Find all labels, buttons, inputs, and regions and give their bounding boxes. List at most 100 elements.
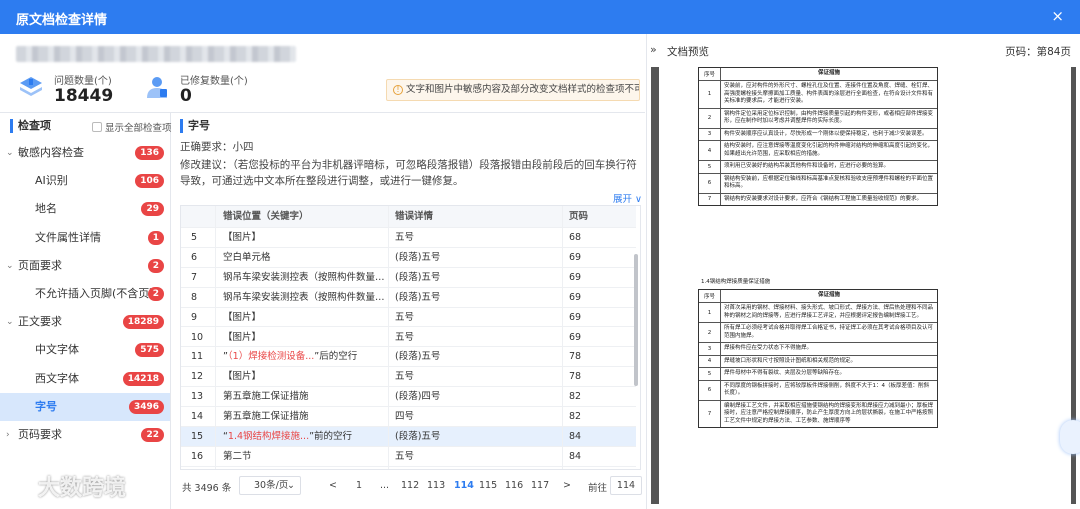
count-badge: 3496 — [128, 399, 164, 414]
table-row[interactable]: 7 钢吊车梁安装测控表（按照构件数量抽查... (段落)五号 69 — [181, 268, 636, 288]
measures-table-1: 序号 保证措施 1 安装前，应对构件的外形尺寸、螺栓孔位及位置、连接件位置及角度、焊缝… — [698, 67, 938, 206]
table-row[interactable]: 15 “1.4钢结构焊接施...”前的空行 (段落)五号 84 — [181, 427, 636, 447]
chevron-down-icon[interactable]: ⌄ — [6, 139, 14, 167]
table-row[interactable]: 14 第五章施工保证措施 四号 82 — [181, 407, 636, 427]
detail-title: 字号 — [180, 119, 210, 133]
table-row[interactable]: 13 第五章施工保证措施 (段落)四号 82 — [181, 387, 636, 408]
sidebar-item-label: 页码要求 — [18, 428, 62, 441]
chevron-right-icon[interactable]: › — [6, 421, 10, 449]
show-all-checkbox[interactable]: 显示全部检查项 — [92, 120, 172, 134]
table-row[interactable]: 10 【图片】 五号 69 — [181, 328, 636, 348]
sidebar-item[interactable]: 西文字体 14218 — [0, 365, 170, 393]
location-keyword: 1.4钢结构焊接施... — [227, 431, 310, 442]
count-badge: 29 — [141, 202, 164, 217]
collapse-icon[interactable]: » — [650, 43, 657, 56]
sidebar-item[interactable]: ⌄ 正文要求 18289 — [0, 308, 170, 336]
document-preview-panel: » 文档预览 页码：第84页 序号 保证措施 1 安装前，应对构件的外形尺寸、螺栓孔位… — [646, 34, 1080, 509]
doc-cell-text: 不同厚度的钢板拼接时，应将较厚板件焊接侧削，斜度不大于1：4（板厚差值：削斜长度… — [724, 382, 930, 397]
error-detail: (段落)五号 — [395, 351, 441, 363]
doc-cell-text: 须利用已安装好的结构吊装其他构件和设备时，应进行必要的验算。 — [724, 163, 890, 169]
page-button[interactable]: 112 — [401, 480, 419, 491]
sidebar-item[interactable]: AI识别 106 — [0, 167, 170, 195]
doc-table-row: 3 焊接构件应在受力状态下不得施焊。 — [699, 342, 937, 355]
sidebar-item[interactable]: 不允许插入页脚(不含页码) 2 — [0, 280, 170, 308]
sidebar-item-label: 西文字体 — [35, 371, 79, 385]
doc-table-row: 2 所有焊工必须经考试合格并取得焊工合格证书，持证焊工必须在其考试合格项目及认可范… — [699, 322, 937, 342]
table-row[interactable]: 11 ”（1）焊接检测设备...”后的空行 (段落)五号 78 — [181, 347, 636, 368]
document-page: 序号 保证措施 1 安装前，应对构件的外形尺寸、螺栓孔位及位置、连接件位置及角度、焊缝… — [659, 67, 1071, 504]
logo-icon — [8, 476, 34, 498]
preview-canvas[interactable]: 序号 保证措施 1 安装前，应对构件的外形尺寸、螺栓孔位及位置、连接件位置及角度、焊缝… — [651, 67, 1076, 504]
sidebar-item[interactable]: 文件属性详情 1 — [0, 224, 170, 252]
preview-header: » 文档预览 页码：第84页 — [647, 34, 1080, 66]
sidebar-item-label: 中文字体 — [35, 343, 79, 357]
table-row[interactable]: 16 第二节 五号 84 — [181, 447, 636, 467]
doc-cell-text: 构件安装顺序应认真设计，尽快形成一个刚体以便保持稳定，也利于减少安装误差。 — [724, 130, 928, 137]
page-button[interactable]: ... — [380, 480, 389, 491]
table-row[interactable]: 9 【图片】 五号 69 — [181, 308, 636, 328]
dialog-title: 原文档检查详情 — [16, 13, 108, 28]
goto-page-input[interactable]: 114 — [610, 476, 642, 495]
table-row[interactable]: 12 【图片】 五号 78 — [181, 367, 636, 388]
close-icon[interactable]: × — [1051, 7, 1064, 25]
show-all-label: 显示全部检查项 — [105, 123, 172, 134]
table-row[interactable]: 6 空白单元格 (段落)五号 69 — [181, 248, 636, 268]
table-row[interactable]: 5 【图片】 五号 68 — [181, 228, 636, 248]
location-suffix: ”后的空行 — [314, 351, 358, 363]
page-button[interactable]: 114 — [454, 480, 474, 491]
doc-table-header: 序号 保证措施 — [699, 68, 937, 80]
sidebar-item-label: 正文要求 — [18, 315, 62, 329]
page-number: 82 — [569, 391, 582, 403]
sidebar-item[interactable]: 字号 3496 — [0, 392, 170, 421]
doc-cell-number: 4 — [699, 355, 721, 367]
table-scrollbar[interactable] — [634, 254, 638, 386]
table-row[interactable]: 8 钢吊车梁安装测控表（按照构件数量抽查... (段落)五号 69 — [181, 288, 636, 308]
doc-cell-number: 6 — [699, 380, 721, 400]
count-badge: 2 — [147, 258, 164, 273]
doc-cell-number: 2 — [699, 323, 721, 342]
doc-table-row: 5 焊件母材中不得有裂纹、夹层及分层等缺陷存在。 — [699, 367, 937, 380]
floating-assistant-button[interactable] — [1060, 420, 1080, 454]
count-badge: 136 — [135, 146, 164, 160]
page-button[interactable]: 1 — [356, 480, 362, 491]
page-button[interactable]: 117 — [531, 480, 549, 491]
measures-table-2: 序号 保证措施 1 对首次采用的钢材、焊接材料、接头形式、坡口形式、焊接方法、焊后热处… — [698, 289, 938, 428]
page-button[interactable]: 113 — [427, 480, 445, 491]
sidebar-item[interactable]: › 页码要求 22 — [0, 421, 170, 449]
blurred-document-name — [16, 46, 296, 62]
next-page-button[interactable]: > — [563, 480, 571, 491]
doc-table-row: 1 对首次采用的钢材、焊接材料、接头形式、坡口形式、焊接方法、焊后热处理和不同品种… — [699, 302, 937, 322]
column-divider — [562, 206, 563, 469]
error-location: 【图片】 — [223, 311, 262, 323]
doc-cell-text: 钢结构的安装要求对设计要求，应符合《钢结构工程施工质量验收规范》的要求。 — [724, 195, 923, 202]
checkbox-icon[interactable] — [92, 122, 102, 132]
doc-cell-text: 焊件母材中不得有裂纹、夹层及分层等缺陷存在。 — [724, 370, 846, 376]
error-location: ”（1）焊接检测设备...”后的空行 — [223, 347, 388, 366]
error-location: 【图片】 — [223, 232, 262, 243]
error-location: 【图片】 — [223, 371, 262, 383]
chevron-down-icon[interactable]: ⌄ — [6, 252, 14, 280]
error-detail: (段落)五号 — [395, 291, 441, 303]
count-badge: 106 — [135, 174, 164, 189]
page-number: 69 — [569, 271, 582, 283]
page-button[interactable]: 116 — [505, 480, 523, 491]
page-size-select[interactable]: 30条/页 ⌄ — [239, 476, 301, 495]
doc-table-row: 7 编制焊接工艺文件，并采取相应措施使钢结构的焊接变形和焊接应力减到最小；厚板焊接… — [699, 399, 937, 427]
expand-link[interactable]: 展开 ∨ — [613, 191, 642, 205]
doc-cell-number: 序号 — [699, 68, 721, 80]
sidebar-item[interactable]: ⌄ 页面要求 2 — [0, 252, 170, 280]
prev-page-button[interactable]: < — [329, 480, 337, 491]
doc-cell-number: 2 — [699, 108, 721, 128]
sidebar-item[interactable]: 中文字体 575 — [0, 336, 170, 364]
page-button[interactable]: 115 — [479, 480, 497, 491]
page-number: 84 — [569, 450, 582, 462]
count-badge: 14218 — [122, 371, 164, 386]
error-detail: (段落)五号 — [395, 271, 441, 283]
count-badge: 1 — [147, 230, 164, 245]
sidebar-item[interactable]: 地名 29 — [0, 195, 170, 223]
sidebar-item[interactable]: ⌄ 敏感内容检查 136 — [0, 139, 170, 167]
page-number: 78 — [569, 371, 582, 383]
chevron-down-icon[interactable]: ⌄ — [6, 308, 14, 336]
doc-cell-number: 3 — [699, 343, 721, 355]
error-location: 第二节 — [223, 450, 252, 462]
